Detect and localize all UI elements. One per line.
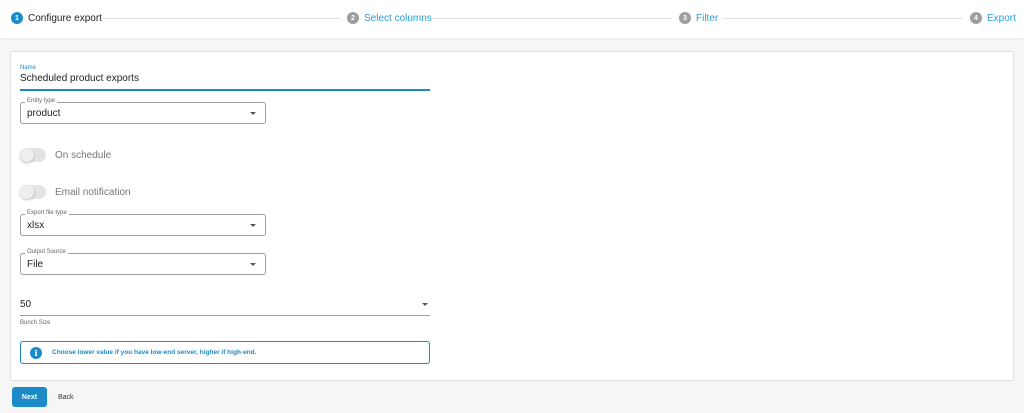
step-configure-export[interactable]: 1 Configure export <box>11 12 102 24</box>
step-filter[interactable]: 3 Filter <box>679 12 718 24</box>
step-label: Filter <box>696 12 719 24</box>
entity-type-value: product <box>27 108 61 119</box>
output-source-select[interactable]: Output Source File <box>20 249 266 275</box>
output-source-value: File <box>27 259 44 270</box>
export-file-type-select[interactable]: Export file type xlsx <box>20 210 266 236</box>
bunch-size-value: 50 <box>20 299 32 310</box>
export-file-type-label: Export file type <box>25 210 69 216</box>
name-label: Name <box>20 65 37 71</box>
toggle-knob <box>20 185 34 199</box>
email-notification-toggle-row[interactable]: Email notification <box>20 185 131 199</box>
entity-type-select[interactable]: Entity type product <box>20 98 266 124</box>
export-file-type-value: xlsx <box>27 220 45 231</box>
step-label: Select columns <box>364 12 432 24</box>
step-select-columns[interactable]: 2 Select columns <box>347 12 432 24</box>
bunch-size-select[interactable]: 50 Bunch Size <box>20 299 430 326</box>
export-stepper: 1 Configure export 2 Select columns 3 Fi… <box>0 0 1024 38</box>
bunch-size-underline <box>20 315 430 316</box>
bunch-size-helper: Bunch Size <box>20 320 51 326</box>
step-label: Configure export <box>28 12 102 24</box>
step-label: Export <box>987 12 1016 24</box>
next-button[interactable]: Next <box>12 387 47 407</box>
step-number: 2 <box>347 12 359 24</box>
step-connector <box>722 18 962 19</box>
on-schedule-toggle-row[interactable]: On schedule <box>20 148 111 162</box>
configure-export-card: Name Scheduled product exports Entity ty… <box>10 51 1014 381</box>
on-schedule-label: On schedule <box>55 149 112 161</box>
step-number: 3 <box>679 12 691 24</box>
name-input[interactable]: Scheduled product exports <box>20 73 430 85</box>
chevron-down-icon <box>250 224 256 227</box>
chevron-down-icon <box>250 112 256 115</box>
toggle-knob <box>20 148 34 162</box>
info-alert-text: Choose lower value if you have low-end s… <box>52 349 257 356</box>
chevron-down-icon <box>422 303 428 306</box>
info-alert: i Choose lower value if you have low-end… <box>20 341 430 364</box>
step-number: 4 <box>970 12 982 24</box>
step-connector <box>101 18 341 19</box>
output-source-label: Output Source <box>25 249 68 255</box>
email-notification-toggle[interactable] <box>20 185 46 199</box>
name-underline <box>20 89 430 91</box>
email-notification-label: Email notification <box>55 186 131 198</box>
name-field[interactable]: Name Scheduled product exports <box>20 65 430 91</box>
step-connector <box>432 18 672 19</box>
entity-type-label: Entity type <box>25 98 58 104</box>
chevron-down-icon <box>250 263 256 266</box>
info-icon: i <box>30 346 42 359</box>
step-export[interactable]: 4 Export <box>970 12 1016 24</box>
step-number: 1 <box>11 12 23 24</box>
on-schedule-toggle[interactable] <box>20 148 46 162</box>
back-button[interactable]: Back <box>58 387 74 407</box>
